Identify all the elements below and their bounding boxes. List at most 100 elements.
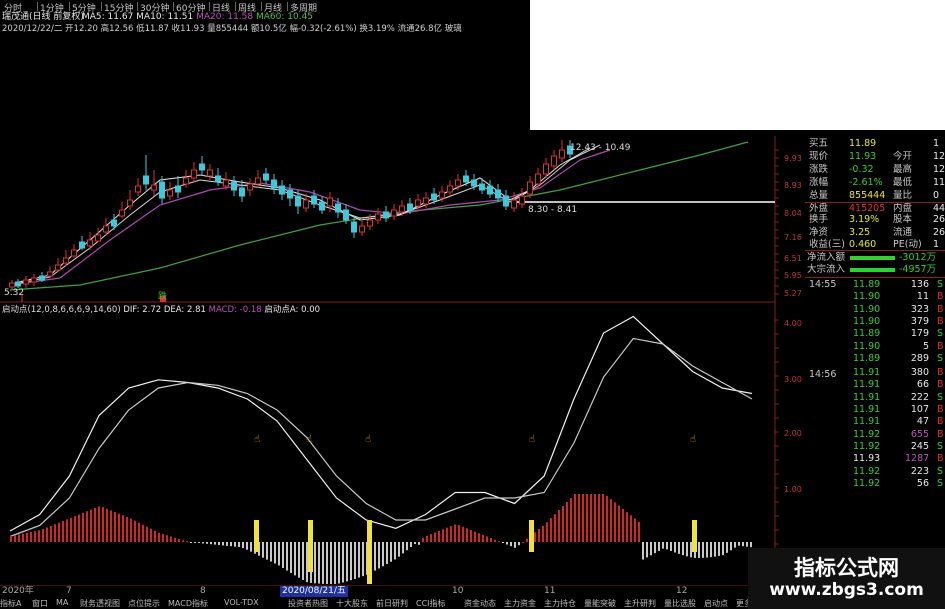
histogram-bar: [266, 542, 268, 560]
tick-side: B: [937, 404, 944, 415]
histogram-bar: [718, 542, 720, 556]
tick-side: B: [937, 303, 944, 315]
histogram-bar: [222, 542, 224, 546]
histogram-bar: [578, 494, 580, 542]
candle-body: [279, 185, 285, 195]
histogram-bar: [34, 531, 36, 542]
indicator-tab[interactable]: 点位提示: [128, 598, 160, 609]
tick-volume: 380: [910, 367, 929, 379]
histogram-bar: [722, 542, 724, 556]
histogram-bar: [414, 542, 416, 545]
histogram-bar: [478, 533, 480, 542]
candle-body: [463, 175, 469, 183]
indicator-tab[interactable]: MA: [56, 598, 68, 607]
candle-body: [319, 201, 325, 211]
candle-body: [143, 175, 149, 185]
histogram-bar: [90, 509, 92, 542]
histogram-bar: [406, 542, 408, 551]
tick-price: 11.93: [853, 453, 881, 465]
indicator-tab[interactable]: 财务透视图: [80, 598, 120, 609]
quote-label: 总量: [809, 190, 829, 201]
indicator-tab[interactable]: 十大股东: [336, 598, 368, 609]
indicator-tab[interactable]: 启动点: [704, 598, 728, 609]
histogram-bar: [646, 542, 648, 558]
histogram-bar: [238, 542, 240, 548]
tick-volume: 379: [910, 315, 929, 327]
indicator-macd: MACD: -0.18: [208, 305, 262, 315]
tick-price: 11.90: [853, 315, 881, 327]
indicator-tab[interactable]: 量能突破: [584, 598, 616, 609]
high-price-annotation: 12.43 - 10.49: [570, 143, 631, 153]
histogram-bar: [730, 542, 732, 551]
ma20-line: [9, 149, 611, 286]
signal-bar: [367, 520, 372, 584]
indicator-tab[interactable]: 投资者热图: [288, 598, 328, 609]
histogram-bar: [110, 510, 112, 542]
histogram-bar: [606, 495, 608, 542]
histogram-bar: [242, 542, 244, 549]
histogram-bar: [570, 497, 572, 542]
histogram-bar: [86, 511, 88, 542]
indicator-tab[interactable]: 资金动态: [464, 598, 496, 609]
indicator-tab[interactable]: CCI指标: [416, 598, 446, 609]
tick-volume: 136: [910, 279, 929, 290]
quote-value: 26.8: [933, 227, 945, 238]
histogram-bar: [162, 534, 164, 542]
indicator-tab[interactable]: 窗口: [32, 598, 48, 609]
histogram-bar: [166, 535, 168, 542]
indicator-tab[interactable]: 主力持仓: [544, 598, 576, 609]
candle-body: [543, 163, 549, 175]
tick-volume: 222: [910, 391, 929, 403]
histogram-bar: [622, 508, 624, 542]
histogram-bar: [138, 522, 140, 542]
histogram-bar: [602, 494, 604, 542]
flow-label: 净流入额: [807, 252, 846, 263]
candle-body: [351, 221, 357, 233]
candle-body: [207, 169, 213, 177]
tick-volume: 223: [910, 465, 929, 477]
histogram-bar: [702, 542, 704, 558]
histogram-bar: [494, 539, 496, 542]
histogram-bar: [322, 542, 324, 584]
indicator-tab[interactable]: VOL-TDX: [224, 598, 259, 607]
indicator-tab[interactable]: 前日研判: [376, 598, 408, 609]
quote-value: 12: [933, 151, 945, 162]
quote-label: 流通: [893, 227, 913, 238]
quote-value: 855444: [849, 190, 886, 201]
histogram-bar: [582, 494, 584, 542]
histogram-bar: [282, 542, 284, 569]
candle-body: [95, 234, 101, 242]
histogram-bar: [386, 542, 388, 565]
histogram-bar: [82, 512, 84, 542]
histogram-bar: [430, 534, 432, 542]
candle-body: [247, 183, 253, 191]
quote-value: 11.89: [849, 138, 877, 149]
histogram-bar: [226, 542, 228, 546]
candle-body: [295, 195, 301, 207]
indicator-tab[interactable]: MACD指标: [168, 598, 208, 609]
indicator-tab[interactable]: 主力资金: [504, 598, 536, 609]
histogram-bar: [418, 542, 420, 545]
histogram-bar: [170, 536, 172, 542]
histogram-bar: [302, 542, 304, 580]
candle-body: [407, 203, 413, 211]
candle-body: [23, 279, 29, 285]
histogram-bar: [250, 542, 252, 552]
histogram-bar: [642, 542, 644, 560]
low-price-annotation: 8.30 - 8.41: [528, 205, 578, 215]
indicator-tab[interactable]: 指标A: [0, 598, 21, 609]
indicator-tab[interactable]: 主升研判: [624, 598, 656, 609]
tick-volume: 5: [922, 340, 929, 352]
indicator-tab[interactable]: 量比选股: [664, 598, 696, 609]
histogram-bar: [598, 494, 600, 542]
histogram-bar: [114, 512, 116, 542]
histogram-bar: [618, 505, 620, 542]
quote-value: 11: [933, 177, 945, 188]
quote-label: 换手: [809, 214, 829, 225]
histogram-bar: [154, 530, 156, 542]
histogram-bar: [42, 529, 44, 542]
quote-value: -2.61%: [849, 177, 883, 188]
indicator-legend: 启动点(12,0,8,6,6,6,9,14,60) DIF: 2.72 DEA:…: [2, 305, 320, 316]
candle-body: [527, 181, 533, 195]
histogram-bar: [194, 542, 196, 543]
